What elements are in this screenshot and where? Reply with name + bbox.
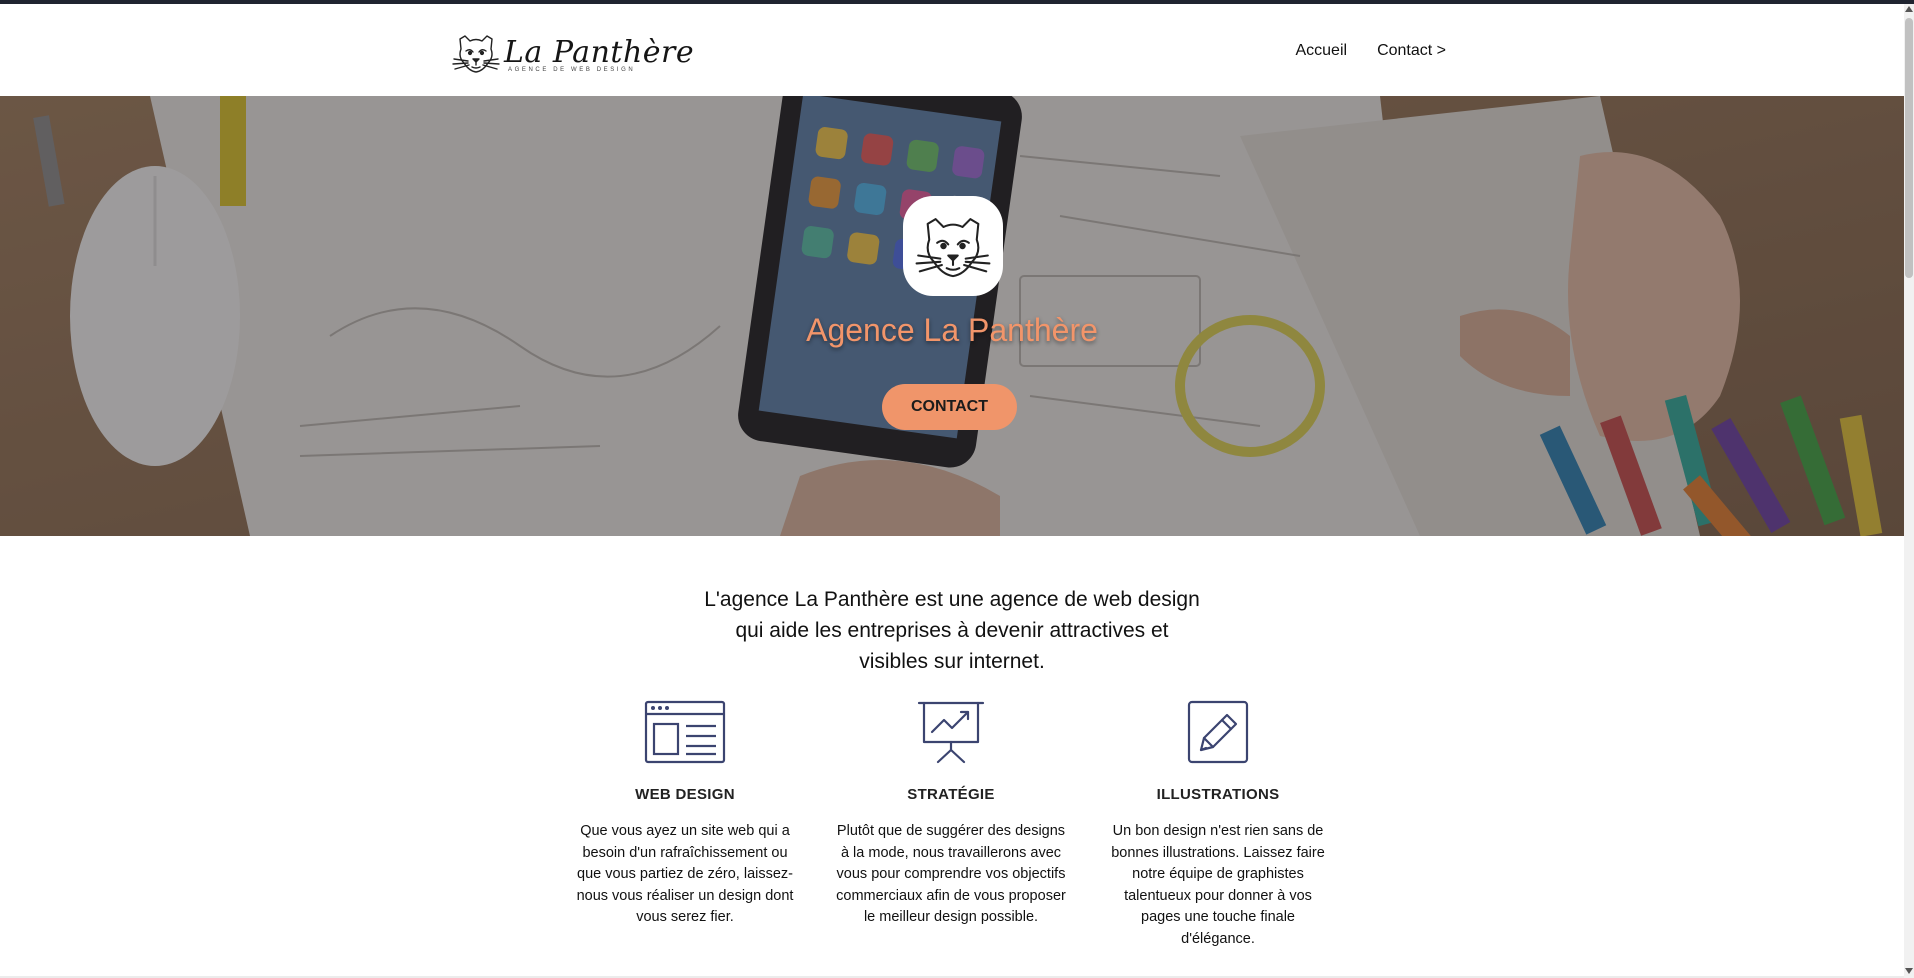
web-design-icon <box>644 700 726 764</box>
panther-head-icon <box>452 35 500 73</box>
service-description: Plutôt que de suggérer des designs à la … <box>836 823 1066 925</box>
service-strategie: STRATÉGIE Plutôt que de suggérer des des… <box>836 700 1066 929</box>
service-title: STRATÉGIE <box>907 786 995 803</box>
page: La Panthère AGENCE DE WEB DESIGN Accueil… <box>0 4 1904 978</box>
site-logo[interactable]: La Panthère AGENCE DE WEB DESIGN <box>452 28 694 78</box>
hero-logo-badge <box>903 196 1003 296</box>
service-web-design: WEB DESIGN Que vous ayez un site web qui… <box>570 700 800 929</box>
site-header: La Panthère AGENCE DE WEB DESIGN Accueil… <box>0 4 1904 96</box>
nav-link-contact[interactable]: Contact > <box>1377 42 1446 60</box>
panther-head-icon <box>915 218 991 278</box>
service-description: Que vous ayez un site web qui a besoin d… <box>576 823 794 925</box>
scroll-up-arrow-icon[interactable] <box>1905 6 1913 12</box>
logo-title: La Panthère <box>504 35 695 70</box>
main-nav: Accueil Contact > <box>1295 42 1446 60</box>
hero-banner: Agence La Panthère CONTACT <box>0 96 1904 536</box>
pencil-icon <box>1187 700 1249 764</box>
service-description: Un bon design n'est rien sans de bonnes … <box>1111 823 1325 947</box>
strategy-chart-icon <box>917 701 985 764</box>
service-illustrations: ILLUSTRATIONS Un bon design n'est rien s… <box>1103 700 1333 950</box>
hero-title: Agence La Panthère <box>806 312 1098 348</box>
scrollbar-thumb[interactable] <box>1905 18 1913 278</box>
service-title: WEB DESIGN <box>635 786 735 803</box>
intro-paragraph: L'agence La Panthère est une agence de w… <box>704 588 1200 673</box>
vertical-scrollbar[interactable] <box>1904 4 1914 978</box>
contact-button[interactable]: CONTACT <box>882 384 1017 430</box>
logo-tagline: AGENCE DE WEB DESIGN <box>508 67 636 73</box>
nav-link-accueil[interactable]: Accueil <box>1295 42 1347 60</box>
scroll-down-arrow-icon[interactable] <box>1905 968 1913 974</box>
service-title: ILLUSTRATIONS <box>1156 786 1280 803</box>
